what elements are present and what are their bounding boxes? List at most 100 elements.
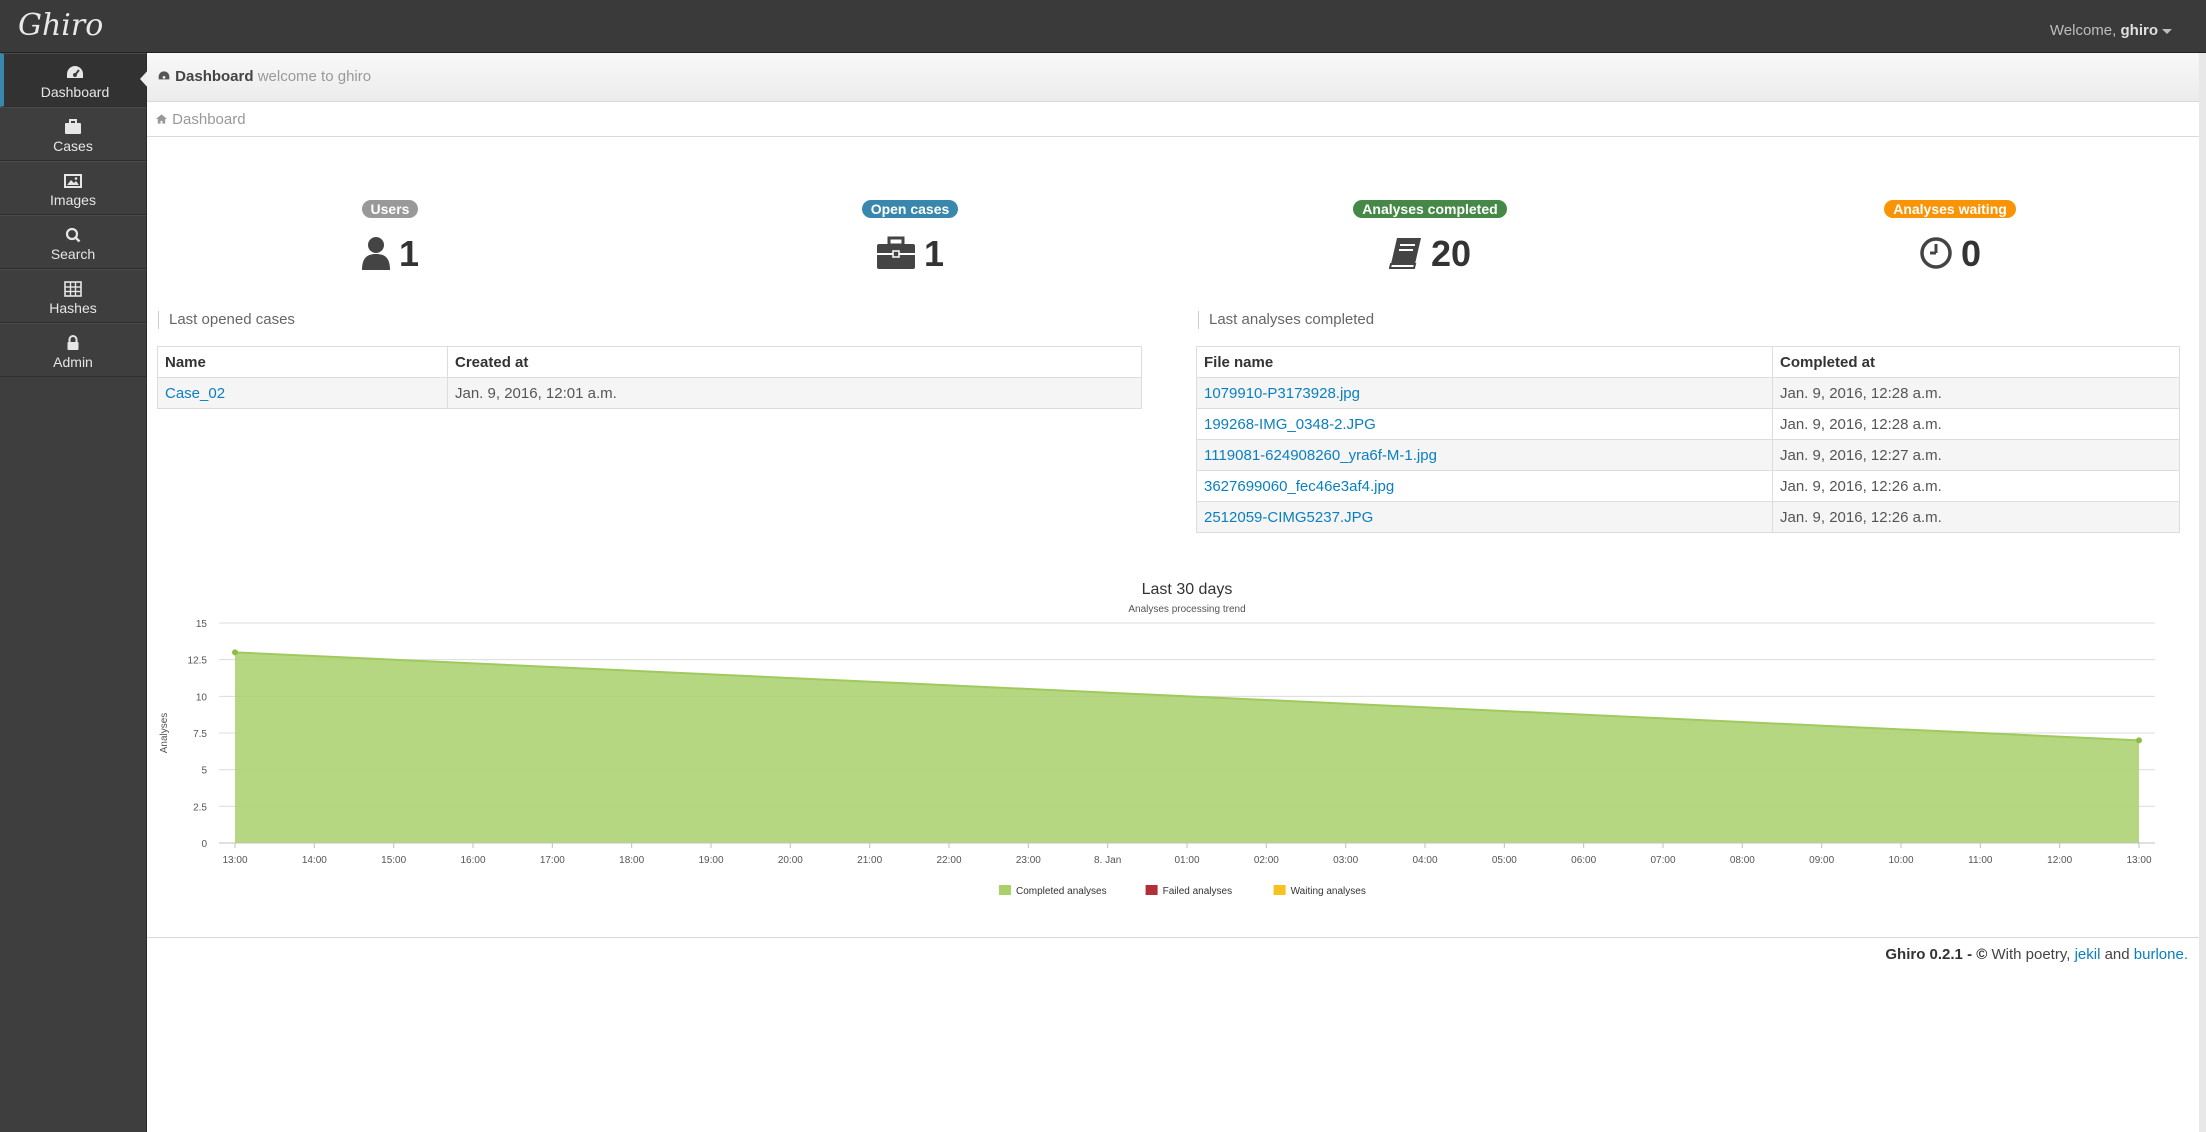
file-name-cell: 3627699060_fec46e3af4.jpg xyxy=(1196,470,1773,502)
column-header-completed[interactable]: Completed at xyxy=(1772,346,2180,378)
x-tick-label: 14:00 xyxy=(302,855,327,866)
footer-link-jekil[interactable]: jekil xyxy=(2075,946,2101,963)
y-axis-label: Analyses xyxy=(159,713,170,754)
search-icon xyxy=(65,227,81,243)
dashboard-icon xyxy=(158,71,170,80)
legend-label: Completed analyses xyxy=(1016,886,1107,897)
completed-cell: Jan. 9, 2016, 12:26 a.m. xyxy=(1772,470,2180,502)
sidebar-item-dashboard[interactable]: Dashboard xyxy=(0,53,150,107)
sidebar-item-label: Cases xyxy=(53,138,93,154)
file-link[interactable]: 3627699060_fec46e3af4.jpg xyxy=(1204,478,1394,495)
x-tick-label: 11:00 xyxy=(1968,855,1993,866)
stat-value: 20 xyxy=(1330,233,1530,275)
last-cases-table: Name Created at Case_02 Jan. 9, 2016, 12… xyxy=(157,346,1142,409)
last-analyses-title: Last analyses completed xyxy=(1198,311,1374,329)
stat-badge: Analyses waiting xyxy=(1884,200,2016,218)
table-row: 199268-IMG_0348-2.JPG Jan. 9, 2016, 12:2… xyxy=(1196,408,2180,440)
file-name-cell: 2512059-CIMG5237.JPG xyxy=(1196,501,1773,533)
briefcase-icon xyxy=(876,236,915,269)
legend-label: Waiting analyses xyxy=(1291,886,1366,897)
file-name-cell: 1119081-624908260_yra6f-M-1.jpg xyxy=(1196,439,1773,471)
legend-label: Failed analyses xyxy=(1163,886,1232,897)
x-tick-label: 23:00 xyxy=(1016,855,1041,866)
footer-text: With poetry, xyxy=(1991,946,2071,963)
sidebar-item-label: Hashes xyxy=(49,300,97,316)
book-icon xyxy=(1388,238,1421,269)
x-tick-label: 8. Jan xyxy=(1094,855,1121,866)
column-header-name[interactable]: Name xyxy=(157,346,448,378)
stat-users: Users 1 xyxy=(290,200,490,275)
lock-icon xyxy=(67,335,79,350)
stat-analyses-waiting: Analyses waiting 0 xyxy=(1850,200,2050,275)
table-row: Case_02 Jan. 9, 2016, 12:01 a.m. xyxy=(157,377,1142,409)
file-link[interactable]: 2512059-CIMG5237.JPG xyxy=(1204,509,1373,526)
sidebar-item-label: Search xyxy=(50,246,96,262)
page-subtitle: welcome to ghiro xyxy=(257,68,372,85)
chart-title: Last 30 days xyxy=(1142,581,1233,598)
chart-svg: Last 30 days Analyses processing trend 0 2.… xyxy=(159,581,2155,897)
y-tick-label: 10 xyxy=(196,692,208,703)
sidebar: Dashboard Cases Images Search Hashes Adm… xyxy=(0,53,150,1132)
column-header-created[interactable]: Created at xyxy=(447,346,1142,378)
footer-link-burlone[interactable]: burlone. xyxy=(2134,946,2188,963)
user-icon xyxy=(361,237,390,270)
sidebar-item-label: Admin xyxy=(53,354,93,370)
welcome-prefix: Welcome, xyxy=(2049,22,2117,39)
table-row: 1119081-624908260_yra6f-M-1.jpg Jan. 9, … xyxy=(1196,439,2180,471)
x-tick-label: 21:00 xyxy=(857,855,882,866)
user-menu[interactable]: Welcome, ghiro xyxy=(2050,22,2172,39)
dashboard-icon xyxy=(67,66,83,78)
stat-open-cases: Open cases 1 xyxy=(810,200,1010,275)
scrollbar-track[interactable] xyxy=(2199,53,2206,1132)
app-logo[interactable]: Ghiro xyxy=(18,8,103,43)
x-tick-label: 13:00 xyxy=(222,855,247,866)
username: ghiro xyxy=(2120,22,2159,39)
stat-analyses-completed: Analyses completed 20 xyxy=(1330,200,1530,275)
stat-number: 1 xyxy=(923,233,945,274)
legend-swatch xyxy=(1273,885,1286,895)
x-tick-label: 20:00 xyxy=(778,855,803,866)
home-icon xyxy=(155,114,168,124)
sidebar-item-admin[interactable]: Admin xyxy=(0,323,146,377)
last-cases-title: Last opened cases xyxy=(158,311,295,329)
legend-swatch xyxy=(999,885,1011,895)
sidebar-item-images[interactable]: Images xyxy=(0,161,146,215)
file-link[interactable]: 1079910-P3173928.jpg xyxy=(1204,385,1360,402)
briefcase-icon xyxy=(65,119,81,134)
stat-badge: Users xyxy=(361,200,419,218)
x-tick-label: 08:00 xyxy=(1730,855,1755,866)
table-row: 1079910-P3173928.jpg Jan. 9, 2016, 12:28… xyxy=(1196,377,2180,409)
file-link[interactable]: 199268-IMG_0348-2.JPG xyxy=(1204,416,1376,433)
x-tick-label: 17:00 xyxy=(540,855,565,866)
last-analyses-table: File name Completed at 1079910-P3173928.… xyxy=(1196,346,2180,533)
file-link[interactable]: 1119081-624908260_yra6f-M-1.jpg xyxy=(1204,447,1437,464)
x-tick-label: 16:00 xyxy=(460,855,485,866)
analyses-trend-chart: Last 30 days Analyses processing trend 0 2.… xyxy=(147,568,2199,908)
y-tick-label: 7.5 xyxy=(193,729,207,740)
data-point xyxy=(2136,737,2142,744)
stat-value: 1 xyxy=(810,233,1010,275)
x-tick-label: 18:00 xyxy=(619,855,644,866)
x-tick-label: 22:00 xyxy=(936,855,961,866)
data-point xyxy=(232,649,238,656)
column-header-file-name[interactable]: File name xyxy=(1196,346,1773,378)
stat-value: 1 xyxy=(290,233,490,275)
x-tick-label: 02:00 xyxy=(1254,855,1279,866)
case-link[interactable]: Case_02 xyxy=(165,385,225,402)
y-tick-label: 5 xyxy=(201,766,207,777)
stat-number: 20 xyxy=(1430,233,1472,274)
file-name-cell: 199268-IMG_0348-2.JPG xyxy=(1196,408,1773,440)
stat-value: 0 xyxy=(1850,233,2050,275)
sidebar-item-search[interactable]: Search xyxy=(0,215,146,269)
clock-icon xyxy=(1920,237,1952,269)
sidebar-item-cases[interactable]: Cases xyxy=(0,107,146,161)
x-tick-label: 13:00 xyxy=(2126,855,2151,866)
legend-swatch xyxy=(1145,885,1158,895)
case-name-cell: Case_02 xyxy=(157,377,448,409)
breadcrumb: Dashboard xyxy=(147,104,2199,137)
page-title: Dashboard welcome to ghiro xyxy=(157,68,371,85)
sidebar-item-hashes[interactable]: Hashes xyxy=(0,269,146,323)
top-navbar: Ghiro Welcome, ghiro xyxy=(0,0,2206,53)
completed-cell: Jan. 9, 2016, 12:28 a.m. xyxy=(1772,408,2180,440)
breadcrumb-item-dashboard[interactable]: Dashboard xyxy=(155,111,246,128)
